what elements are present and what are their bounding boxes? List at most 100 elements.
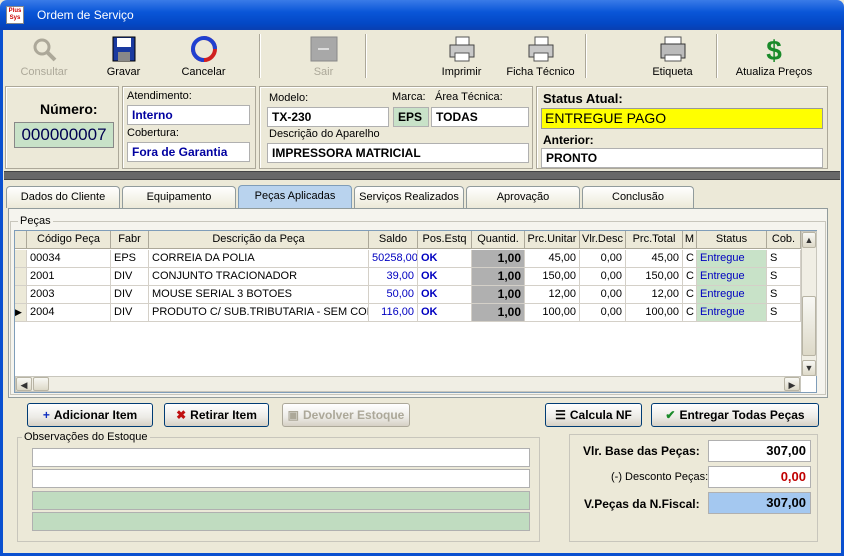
- grid-cell-unit[interactable]: 150,00: [525, 268, 580, 286]
- grid-cell-descricao[interactable]: CORREIA DA POLIA: [149, 250, 369, 268]
- scroll-thumb[interactable]: [802, 296, 816, 356]
- grid-cell-status[interactable]: Entregue: [697, 250, 767, 268]
- grid-cell-cob[interactable]: S: [767, 250, 801, 268]
- tab-equipamento[interactable]: Equipamento: [122, 186, 236, 208]
- horizontal-scrollbar[interactable]: ◀ ▶: [15, 376, 801, 392]
- grid-cell-pos[interactable]: OK: [418, 250, 472, 268]
- grid-cell-codigo[interactable]: 2001: [27, 268, 111, 286]
- tab-pecas-aplicadas[interactable]: Peças Aplicadas: [238, 185, 352, 209]
- grid-cell-codigo[interactable]: 2004: [27, 304, 111, 322]
- scroll-down-button[interactable]: ▼: [802, 360, 816, 376]
- grid-cell-cob[interactable]: S: [767, 304, 801, 322]
- grid-cell-codigo[interactable]: 00034: [27, 250, 111, 268]
- atendimento-field[interactable]: Interno: [127, 105, 250, 125]
- grid-cell-saldo[interactable]: 50,00: [369, 286, 418, 304]
- grid-cell-status[interactable]: Entregue: [697, 268, 767, 286]
- adicionar-item-button[interactable]: + Adicionar Item: [27, 403, 153, 427]
- calcula-nf-button[interactable]: ☰ Calcula NF: [545, 403, 642, 427]
- column-header[interactable]: M: [683, 231, 697, 249]
- grid-cell-unit[interactable]: 100,00: [525, 304, 580, 322]
- tab-conclusao[interactable]: Conclusão: [582, 186, 694, 208]
- pecas-grid[interactable]: Código Peça Fabr Descrição da Peça Saldo Pos…: [14, 230, 817, 393]
- grid-cell-total[interactable]: 45,00: [626, 250, 683, 268]
- grid-cell-qtd[interactable]: 1,00: [472, 304, 525, 322]
- atualiza-precos-button[interactable]: $ Atualiza Preços: [733, 32, 815, 80]
- grid-cell-qtd[interactable]: 1,00: [472, 268, 525, 286]
- vertical-scrollbar[interactable]: ▲ ▼: [801, 231, 817, 376]
- grid-corner[interactable]: [15, 231, 27, 249]
- grid-cell-fabr[interactable]: DIV: [111, 268, 149, 286]
- grid-cell-unit[interactable]: 45,00: [525, 250, 580, 268]
- marca-field[interactable]: EPS: [393, 107, 429, 127]
- grid-cell-total[interactable]: 100,00: [626, 304, 683, 322]
- area-field[interactable]: TODAS: [431, 107, 529, 127]
- column-header[interactable]: Prc.Total: [626, 231, 683, 249]
- grid-cell-descricao[interactable]: CONJUNTO TRACIONADOR: [149, 268, 369, 286]
- obs-line[interactable]: [32, 491, 530, 510]
- scroll-up-button[interactable]: ▲: [802, 232, 816, 248]
- devolver-estoque-button[interactable]: ▣ Devolver Estoque: [282, 403, 410, 427]
- entregar-todas-button[interactable]: ✔ Entregar Todas Peças: [651, 403, 819, 427]
- grid-cell-m[interactable]: C: [683, 286, 697, 304]
- grid-cell-cob[interactable]: S: [767, 286, 801, 304]
- grid-cell-m[interactable]: C: [683, 268, 697, 286]
- column-header[interactable]: Vlr.Desc: [580, 231, 626, 249]
- grid-cell-fabr[interactable]: EPS: [111, 250, 149, 268]
- grid-cell-codigo[interactable]: 2003: [27, 286, 111, 304]
- tab-servicos-realizados[interactable]: Serviços Realizados: [354, 186, 464, 208]
- grid-cell-unit[interactable]: 12,00: [525, 286, 580, 304]
- scroll-thumb-h[interactable]: [33, 377, 49, 391]
- grid-cell-saldo[interactable]: 39,00: [369, 268, 418, 286]
- obs-line[interactable]: [32, 469, 530, 488]
- grid-cell-pos[interactable]: OK: [418, 286, 472, 304]
- scroll-right-button[interactable]: ▶: [784, 377, 800, 391]
- grid-cell-cob[interactable]: S: [767, 268, 801, 286]
- column-header[interactable]: Status: [697, 231, 767, 249]
- grid-cell-desc[interactable]: 0,00: [580, 250, 626, 268]
- grid-cell-status[interactable]: Entregue: [697, 286, 767, 304]
- column-header[interactable]: Descrição da Peça: [149, 231, 369, 249]
- grid-cell-saldo[interactable]: 116,00: [369, 304, 418, 322]
- grid-cell-desc[interactable]: 0,00: [580, 268, 626, 286]
- column-header[interactable]: Código Peça: [27, 231, 111, 249]
- retirar-item-button[interactable]: ✖ Retirar Item: [164, 403, 269, 427]
- grid-cell-descricao[interactable]: MOUSE SERIAL 3 BOTOES: [149, 286, 369, 304]
- sair-button[interactable]: Sair: [296, 32, 351, 80]
- grid-cell-total[interactable]: 12,00: [626, 286, 683, 304]
- column-header[interactable]: Fabr: [111, 231, 149, 249]
- cancelar-button[interactable]: Cancelar: [176, 32, 231, 80]
- tab-aprovacao[interactable]: Aprovação: [466, 186, 580, 208]
- tab-dados-cliente[interactable]: Dados do Cliente: [6, 186, 120, 208]
- descricao-field[interactable]: IMPRESSORA MATRICIAL: [267, 143, 529, 163]
- grid-cell-status[interactable]: Entregue: [697, 304, 767, 322]
- column-header[interactable]: Quantid.: [472, 231, 525, 249]
- grid-cell-descricao[interactable]: PRODUTO C/ SUB.TRIBUTARIA - SEM COM: [149, 304, 369, 322]
- column-header[interactable]: Saldo: [369, 231, 418, 249]
- cobertura-field[interactable]: Fora de Garantia: [127, 142, 250, 162]
- grid-cell-m[interactable]: C: [683, 250, 697, 268]
- grid-cell-saldo[interactable]: 50258,00: [369, 250, 418, 268]
- gravar-button[interactable]: Gravar: [96, 32, 151, 80]
- modelo-label: Modelo:: [269, 92, 309, 104]
- grid-cell-pos[interactable]: OK: [418, 268, 472, 286]
- column-header[interactable]: Cob.: [767, 231, 801, 249]
- column-header[interactable]: Prc.Unitar: [525, 231, 580, 249]
- grid-cell-m[interactable]: C: [683, 304, 697, 322]
- column-header[interactable]: Pos.Estq: [418, 231, 472, 249]
- modelo-field[interactable]: TX-230: [267, 107, 389, 127]
- grid-cell-desc[interactable]: 0,00: [580, 286, 626, 304]
- etiqueta-button[interactable]: Etiqueta: [645, 32, 700, 80]
- grid-cell-pos[interactable]: OK: [418, 304, 472, 322]
- ficha-tecnico-button[interactable]: Ficha Técnico: [503, 32, 578, 80]
- scroll-left-button[interactable]: ◀: [16, 377, 32, 391]
- consultar-button[interactable]: Consultar: [14, 32, 74, 80]
- grid-cell-qtd[interactable]: 1,00: [472, 286, 525, 304]
- grid-cell-fabr[interactable]: DIV: [111, 304, 149, 322]
- imprimir-button[interactable]: Imprimir: [434, 32, 489, 80]
- grid-cell-qtd[interactable]: 1,00: [472, 250, 525, 268]
- grid-cell-total[interactable]: 150,00: [626, 268, 683, 286]
- grid-cell-fabr[interactable]: DIV: [111, 286, 149, 304]
- obs-line[interactable]: [32, 512, 530, 531]
- grid-cell-desc[interactable]: 0,00: [580, 304, 626, 322]
- obs-line[interactable]: [32, 448, 530, 467]
